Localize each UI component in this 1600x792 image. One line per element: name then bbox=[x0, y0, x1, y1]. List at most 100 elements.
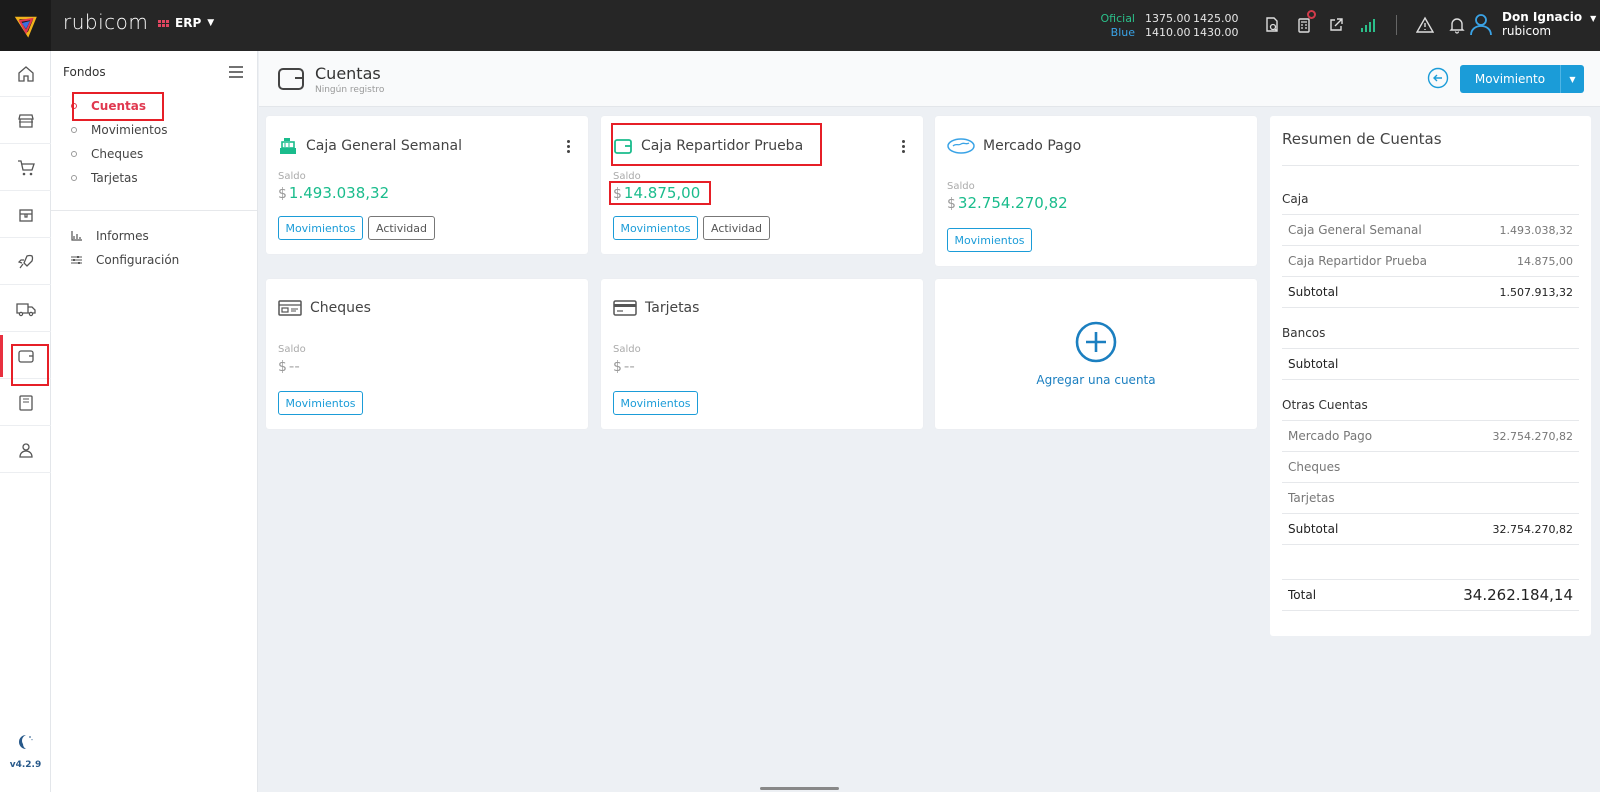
page-title: Cuentas bbox=[315, 64, 381, 83]
summary-subtotal-row: Subtotal 1.507.913,32 bbox=[1282, 276, 1579, 307]
user-company: rubicom bbox=[1502, 24, 1552, 38]
account-card-mercado-pago: Mercado Pago Saldo $32.754.270,82 Movimi… bbox=[935, 116, 1257, 266]
currency-symbol: $ bbox=[278, 359, 287, 375]
movimiento-button-label: Movimiento bbox=[1474, 72, 1546, 86]
movimiento-split-button[interactable]: Movimiento ▼ bbox=[1460, 65, 1584, 93]
saldo-amount: -- bbox=[288, 357, 300, 375]
saldo-label: Saldo bbox=[278, 344, 306, 355]
sidebar-item-movimientos[interactable]: Movimientos bbox=[71, 123, 167, 137]
movimientos-button[interactable]: Movimientos bbox=[613, 216, 698, 240]
movimientos-button[interactable]: Movimientos bbox=[278, 216, 363, 240]
caret-down-icon: ▼ bbox=[1590, 13, 1597, 23]
rail-rocket[interactable] bbox=[0, 239, 51, 285]
document-search-icon[interactable] bbox=[1262, 15, 1282, 35]
actividad-button[interactable]: Actividad bbox=[368, 216, 435, 240]
hamburger-menu-button[interactable] bbox=[229, 66, 243, 82]
rate-label-oficial: Oficial bbox=[1100, 12, 1136, 25]
sidebar-item-label: Cuentas bbox=[91, 99, 147, 113]
summary-divider bbox=[1282, 610, 1579, 611]
rail-cart[interactable] bbox=[0, 145, 51, 191]
sidebar-divider bbox=[51, 210, 257, 211]
sidebar-item-configuracion[interactable]: Configuración bbox=[71, 253, 179, 267]
app-logo[interactable] bbox=[0, 0, 51, 51]
brand-name: rubicom bbox=[63, 10, 149, 34]
credit-card-icon bbox=[613, 300, 637, 316]
saldo-amount: 1.493.038,32 bbox=[288, 184, 390, 202]
cheque-icon bbox=[278, 300, 302, 316]
subtotal-label: Subtotal bbox=[1288, 285, 1339, 299]
scroll-handle[interactable] bbox=[760, 787, 839, 790]
rail-user[interactable] bbox=[0, 427, 51, 473]
rate-buy-oficial: 1375.00 bbox=[1145, 12, 1191, 25]
caret-down-icon: ▼ bbox=[207, 18, 215, 28]
app-version: v4.2.9 bbox=[9, 760, 42, 770]
sidebar-title: Fondos bbox=[63, 65, 106, 79]
more-options-icon[interactable] bbox=[567, 140, 570, 153]
saldo-value: $1.493.038,32 bbox=[278, 184, 389, 202]
sidebar-item-label: Tarjetas bbox=[91, 171, 138, 185]
user-menu[interactable]: Don Ignacio rubicom ▼ bbox=[1468, 10, 1596, 38]
summary-row: Tarjetas bbox=[1282, 482, 1579, 513]
saldo-label: Saldo bbox=[278, 171, 306, 182]
signal-icon bbox=[1358, 15, 1378, 35]
card-title: Mercado Pago bbox=[983, 138, 1082, 154]
caret-down-icon[interactable]: ▼ bbox=[1560, 65, 1584, 93]
account-card-caja-repartidor: Caja Repartidor Prueba Saldo $14.875,00 … bbox=[601, 116, 923, 254]
subtotal-value: 1.507.913,32 bbox=[1499, 285, 1573, 299]
subtotal-label: Subtotal bbox=[1288, 522, 1339, 536]
saldo-amount: -- bbox=[623, 357, 635, 375]
sidebar-item-informes[interactable]: Informes bbox=[71, 229, 149, 243]
sidebar-item-tarjetas[interactable]: Tarjetas bbox=[71, 171, 138, 185]
saldo-value: $ -- bbox=[613, 357, 635, 375]
summary-divider bbox=[1282, 307, 1579, 308]
rail-book[interactable] bbox=[0, 380, 51, 426]
summary-total-row: Total 34.262.184,14 bbox=[1282, 579, 1579, 610]
cart-icon bbox=[17, 159, 35, 175]
saldo-label: Saldo bbox=[947, 181, 975, 192]
summary-divider bbox=[1282, 165, 1579, 166]
movimientos-button[interactable]: Movimientos bbox=[278, 391, 363, 415]
wallet-icon bbox=[17, 349, 34, 363]
summary-title: Resumen de Cuentas bbox=[1282, 130, 1442, 148]
summary-row-label: Mercado Pago bbox=[1288, 429, 1373, 443]
external-link-icon[interactable] bbox=[1326, 15, 1346, 35]
rail-box[interactable] bbox=[0, 192, 51, 238]
exchange-rates: Oficial 1375.00 1425.00 Blue 1410.00 143… bbox=[1100, 12, 1241, 40]
sidebar-item-cheques[interactable]: Cheques bbox=[71, 147, 143, 161]
module-switcher[interactable]: ERP ▼ bbox=[158, 16, 214, 30]
theme-toggle[interactable] bbox=[16, 734, 34, 754]
mercado-pago-icon bbox=[947, 138, 975, 154]
movimientos-button[interactable]: Movimientos bbox=[947, 228, 1032, 252]
more-options-icon[interactable] bbox=[902, 140, 905, 153]
summary-divider bbox=[1282, 544, 1579, 545]
summary-row-value: 32.754.270,82 bbox=[1492, 429, 1573, 443]
movimientos-button[interactable]: Movimientos bbox=[613, 391, 698, 415]
rail-store[interactable] bbox=[0, 98, 51, 144]
rail-home[interactable] bbox=[0, 51, 51, 97]
back-arrow-icon[interactable] bbox=[1427, 67, 1449, 89]
summary-subtotal-row: Subtotal bbox=[1282, 348, 1579, 379]
warning-icon[interactable] bbox=[1415, 15, 1435, 35]
summary-section-bancos: Bancos bbox=[1282, 326, 1326, 340]
plus-circle-icon bbox=[1075, 321, 1117, 363]
rail-truck[interactable] bbox=[0, 286, 51, 332]
user-name: Don Ignacio bbox=[1502, 10, 1583, 24]
section-sidebar: Fondos Cuentas Movimientos Cheques Tarje… bbox=[51, 51, 258, 792]
top-divider bbox=[1396, 15, 1397, 35]
account-card-cheques: Cheques Saldo $ -- Movimientos bbox=[266, 279, 588, 429]
actividad-button[interactable]: Actividad bbox=[703, 216, 770, 240]
add-account-card[interactable]: Agregar una cuenta bbox=[935, 279, 1257, 429]
currency-symbol: $ bbox=[613, 359, 622, 375]
add-account-label: Agregar una cuenta bbox=[1036, 373, 1156, 387]
calculator-icon[interactable] bbox=[1294, 10, 1316, 35]
summary-row-value: 14.875,00 bbox=[1517, 254, 1573, 268]
sidebar-item-label: Cheques bbox=[91, 147, 144, 161]
rate-label-blue: Blue bbox=[1110, 26, 1135, 39]
rail-wallet[interactable] bbox=[0, 333, 51, 379]
sidebar-item-cuentas[interactable]: Cuentas bbox=[71, 99, 146, 113]
top-bar: rubicom ERP ▼ Oficial 1375.00 1425.00 Bl… bbox=[0, 0, 1600, 51]
bullet-icon bbox=[71, 175, 77, 181]
bell-icon[interactable] bbox=[1447, 15, 1467, 35]
apps-grid-icon bbox=[158, 19, 169, 27]
summary-divider bbox=[1282, 379, 1579, 380]
